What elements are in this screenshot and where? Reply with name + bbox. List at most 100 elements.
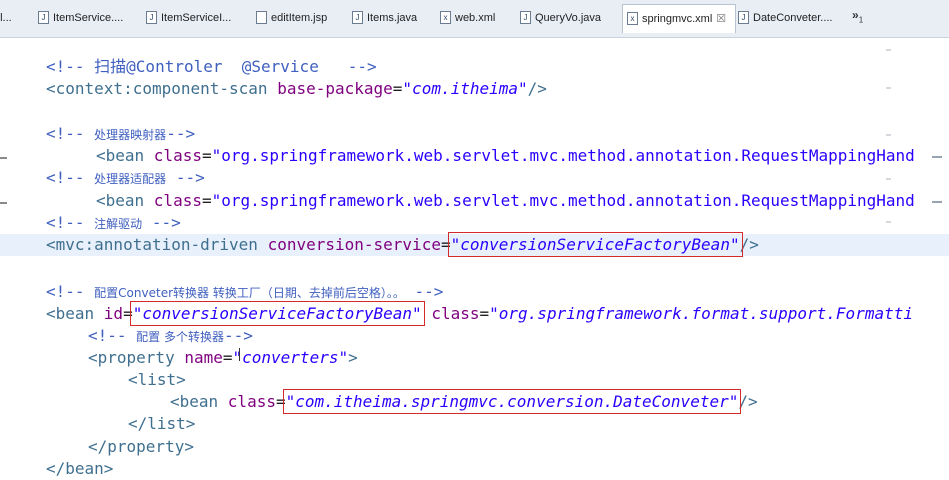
overview-ruler-mark[interactable] bbox=[886, 134, 891, 136]
chevron-double-right-icon: » bbox=[852, 8, 859, 22]
tab-0[interactable]: ol... bbox=[0, 7, 24, 29]
code-line-18: </property> bbox=[0, 436, 949, 458]
equals: = bbox=[392, 79, 403, 98]
comment-end: --> bbox=[166, 124, 196, 143]
comment-text: 处理器映射器 bbox=[94, 128, 167, 142]
code-line-1: <!-- 扫描@Controler @Service --> bbox=[0, 56, 949, 78]
editor-tab-bar: ol... JItemService.... JItemServiceI... … bbox=[0, 0, 949, 38]
tab-overflow-button[interactable]: »1 bbox=[852, 8, 863, 24]
attr-value: "org.springframework.web.servlet.mvc.met… bbox=[211, 146, 915, 165]
code-line-5: <bean class="org.springframework.web.ser… bbox=[0, 145, 949, 167]
tab-web-xml[interactable]: x web.xml bbox=[440, 7, 506, 29]
equals: = bbox=[275, 392, 286, 411]
code-line-14: <property name="converters"> bbox=[0, 347, 949, 369]
attr-name: class bbox=[227, 392, 276, 411]
comment-end: --> bbox=[404, 282, 444, 301]
tab-label: Items.java bbox=[367, 12, 418, 24]
tab-springmvc-xml[interactable]: x springmvc.xml ☒ bbox=[622, 4, 736, 33]
tab-label: QueryVo.java bbox=[535, 12, 602, 24]
attr-value-class: "org.springframework.format.support.Form… bbox=[489, 304, 913, 323]
fold-marker[interactable] bbox=[0, 202, 7, 204]
tag-open: <bean bbox=[46, 304, 104, 323]
list-close-tag: </list> bbox=[128, 414, 196, 433]
java-file-icon: J bbox=[520, 10, 531, 24]
code-line-9-current: <mvc:annotation-driven conversion-servic… bbox=[0, 232, 949, 257]
equals: = bbox=[201, 146, 212, 165]
comment-start: <!-- bbox=[46, 168, 95, 187]
tab-date-conveter[interactable]: J DateConveter.... bbox=[738, 7, 834, 29]
attr-name-id: id bbox=[103, 304, 124, 323]
overview-ruler-mark[interactable] bbox=[932, 201, 942, 203]
code-line-16: <bean class="com.itheima.springmvc.conve… bbox=[0, 389, 949, 414]
comment-text: 注解驱动 bbox=[94, 217, 143, 231]
code-line-8: <!-- 注解驱动 --> bbox=[0, 212, 949, 234]
code-line-12: <bean id="conversionServiceFactoryBean" … bbox=[0, 301, 949, 326]
overview-ruler-mark[interactable] bbox=[886, 49, 891, 51]
equals: = bbox=[222, 348, 233, 367]
jsp-file-icon bbox=[256, 10, 267, 24]
tab-query-vo[interactable]: J QueryVo.java bbox=[520, 7, 610, 29]
tag-open: <bean bbox=[96, 191, 154, 210]
code-editor[interactable]: <!-- 扫描@Controler @Service --> <context:… bbox=[0, 38, 949, 479]
code-line-17: </list> bbox=[0, 413, 949, 435]
tag-close: /> bbox=[527, 79, 547, 98]
attr-name: base-package bbox=[277, 79, 393, 98]
close-tab-icon[interactable]: ☒ bbox=[716, 13, 726, 25]
comment-end: --> bbox=[142, 213, 181, 232]
tab-label: ItemServiceI... bbox=[161, 12, 232, 24]
converter-class-highlight: "com.itheima.springmvc.conversion.DateCo… bbox=[282, 389, 742, 414]
property-close-tag: </property> bbox=[88, 437, 194, 456]
attr-value: "com.itheima" bbox=[402, 79, 528, 98]
comment-text: 处理器适配器 bbox=[94, 172, 167, 186]
attr-name: class bbox=[153, 191, 202, 210]
tab-label: DateConveter.... bbox=[753, 12, 833, 24]
bean-close-tag: </bean> bbox=[46, 459, 114, 478]
tag-close: > bbox=[348, 348, 358, 367]
java-file-icon: J bbox=[352, 10, 363, 24]
java-file-icon: J bbox=[738, 10, 749, 24]
overflow-count: 1 bbox=[858, 15, 864, 25]
tab-item-service-impl[interactable]: J ItemServiceI... bbox=[146, 7, 242, 29]
tag-close: /> bbox=[739, 235, 759, 254]
conversion-service-ref-highlight: "conversionServiceFactoryBean" bbox=[447, 232, 743, 257]
equals: = bbox=[123, 304, 133, 323]
equals: = bbox=[479, 304, 490, 323]
overview-ruler-mark[interactable] bbox=[886, 178, 891, 180]
tab-edit-item-jsp[interactable]: editItem.jsp bbox=[256, 7, 342, 29]
comment-end: --> bbox=[166, 168, 205, 187]
fold-marker[interactable] bbox=[0, 157, 7, 159]
attr-name: class bbox=[153, 146, 202, 165]
equals: = bbox=[440, 235, 451, 254]
tag-open: <property bbox=[88, 348, 185, 367]
code-line-6: <!-- 处理器适配器 --> bbox=[0, 167, 949, 189]
comment-text: 配置 多个转换器 bbox=[136, 330, 224, 344]
tab-label: web.xml bbox=[455, 12, 496, 24]
xml-file-icon: x bbox=[440, 10, 451, 24]
bean-id-highlight: "conversionServiceFactoryBean" bbox=[129, 301, 425, 326]
attr-name: conversion-service bbox=[267, 235, 441, 254]
comment-text: 配置Conveter转换器 转换工厂（日期、去掉前后空格）。。 bbox=[94, 286, 405, 300]
tag-open: <bean bbox=[170, 392, 228, 411]
attr-value: "org.springframework.web.servlet.mvc.met… bbox=[211, 191, 915, 210]
attr-value: "converters" bbox=[232, 348, 349, 367]
xml-file-icon: x bbox=[627, 11, 638, 25]
list-open-tag: <list> bbox=[128, 370, 186, 389]
comment-start: <!-- bbox=[46, 282, 95, 301]
java-file-icon: J bbox=[146, 10, 157, 24]
tab-item-service[interactable]: J ItemService.... bbox=[38, 7, 130, 29]
tab-items-java[interactable]: J Items.java bbox=[352, 7, 428, 29]
tag-open: <mvc:annotation-driven bbox=[46, 235, 268, 254]
overview-ruler-mark[interactable] bbox=[932, 156, 942, 158]
overview-ruler-mark[interactable] bbox=[886, 221, 891, 223]
overview-ruler-mark[interactable] bbox=[886, 87, 891, 89]
tag-open: <context:component-scan bbox=[46, 79, 278, 98]
code-line-11: <!-- 配置Conveter转换器 转换工厂（日期、去掉前后空格）。。 --> bbox=[0, 281, 949, 303]
code-line-2: <context:component-scan base-package="co… bbox=[0, 78, 949, 100]
text-cursor bbox=[239, 348, 240, 361]
code-line-15: <list> bbox=[0, 369, 949, 391]
attr-name: name bbox=[184, 348, 223, 367]
tag-open: <bean bbox=[96, 146, 154, 165]
attr-name-class: class bbox=[431, 304, 480, 323]
comment-start: <!-- bbox=[46, 213, 95, 232]
tab-label: ItemService.... bbox=[53, 12, 124, 24]
